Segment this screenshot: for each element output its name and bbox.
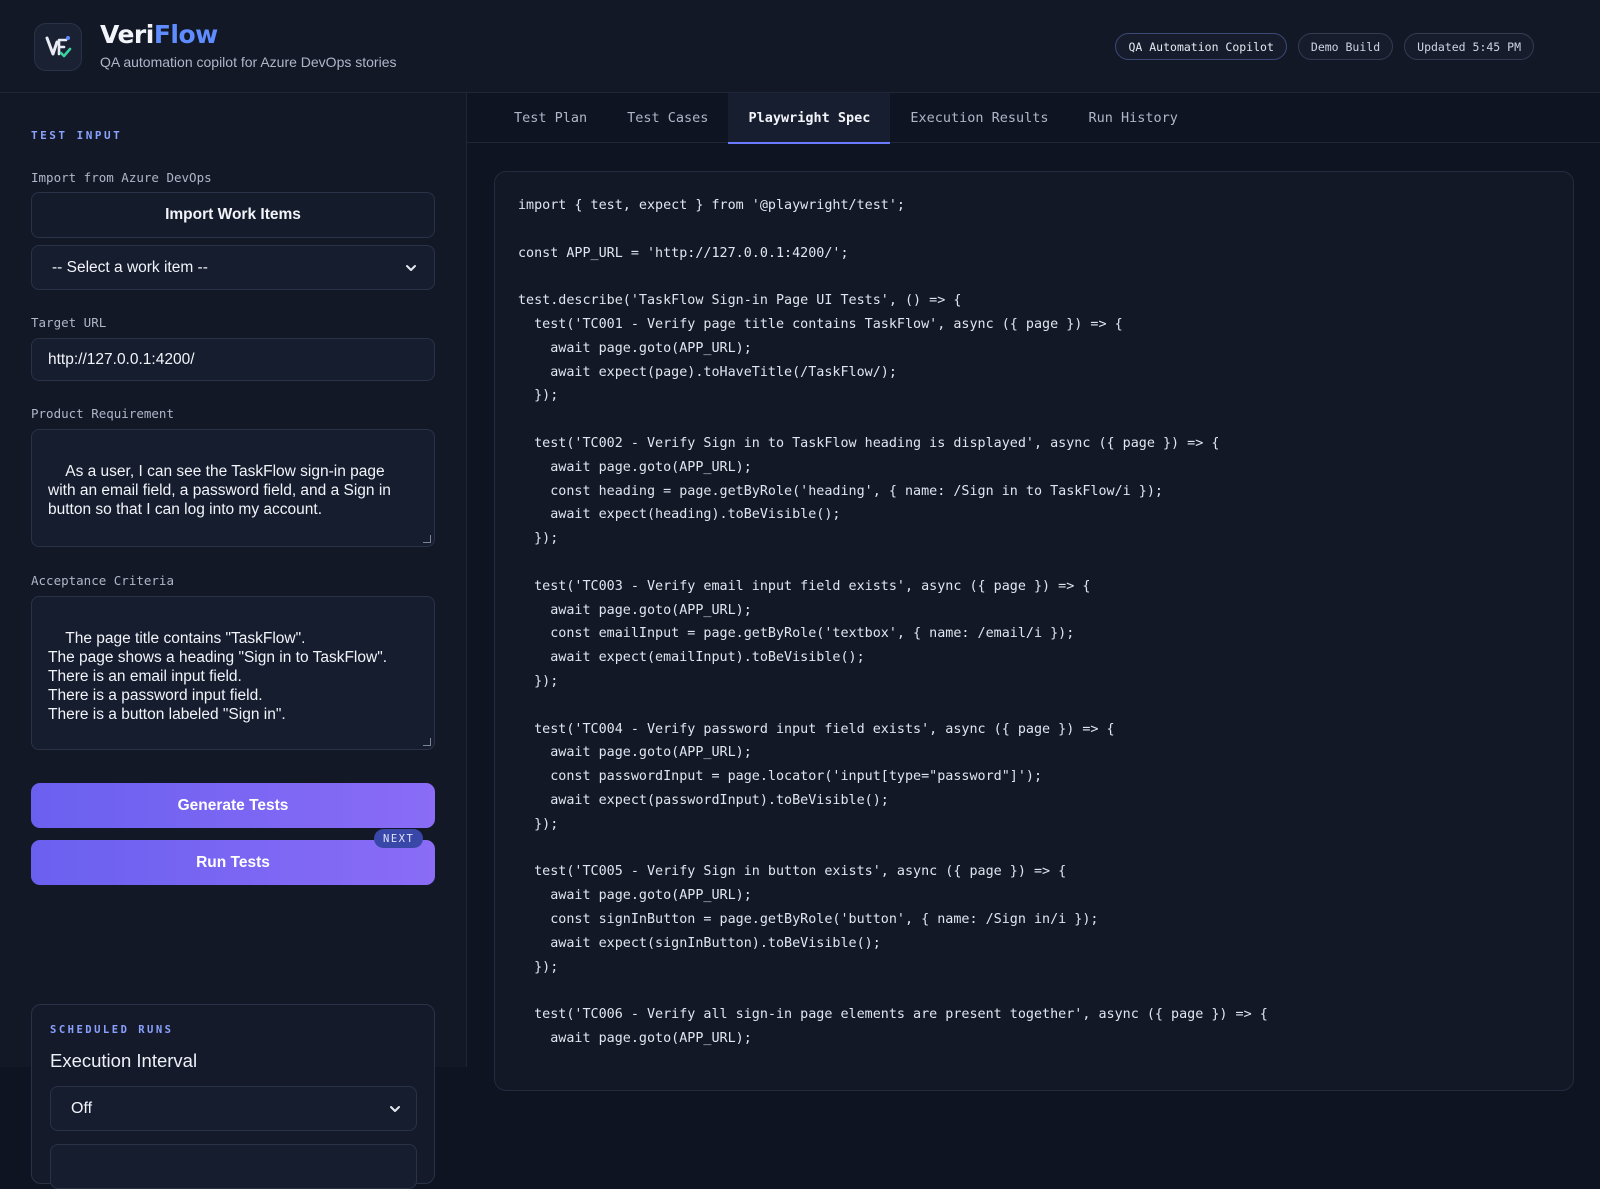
result-tabs: Test Plan Test Cases Playwright Spec Exe…: [467, 93, 1600, 144]
code-line: test('TC005 - Verify Sign in button exis…: [518, 864, 1067, 880]
code-line: });: [518, 388, 559, 404]
code-line: import { test, expect } from '@playwrigh…: [518, 198, 905, 213]
chevron-down-icon: [390, 1105, 400, 1112]
work-item-select-value: -- Select a work item --: [52, 258, 208, 276]
code-line: test('TC001 - Verify page title contains…: [518, 316, 1123, 332]
scheduled-runs-title: SCHEDULED RUNS: [50, 1024, 174, 1036]
section-title-test-input: TEST INPUT: [31, 129, 123, 142]
chevron-down-icon: [406, 264, 416, 271]
test-input-sidebar: TEST INPUT Import from Azure DevOps Impo…: [0, 93, 467, 1189]
scheduled-runs-next-field[interactable]: [50, 1144, 417, 1189]
tab-playwright-spec[interactable]: Playwright Spec: [728, 93, 891, 144]
tab-run-history[interactable]: Run History: [1069, 93, 1198, 143]
app-header: VeriFlow QA automation copilot for Azure…: [0, 0, 1600, 93]
execution-interval-value: Off: [71, 1099, 93, 1117]
code-line: await page.goto(APP_URL);: [518, 888, 752, 904]
code-line: });: [518, 673, 559, 689]
code-line: await expect(page).toHaveTitle(/TaskFlow…: [518, 364, 897, 380]
run-tests-button[interactable]: Run Tests: [31, 840, 435, 885]
app-logo: [34, 23, 82, 71]
code-line: const signInButton = page.getByRole('but…: [518, 911, 1099, 927]
import-work-items-button[interactable]: Import Work Items: [31, 192, 435, 238]
badge-demo-build: Demo Build: [1297, 33, 1394, 60]
code-line: });: [518, 816, 559, 832]
code-line: await page.goto(APP_URL);: [518, 1030, 752, 1046]
tab-test-plan[interactable]: Test Plan: [494, 93, 607, 143]
code-line: const APP_URL = 'http://127.0.0.1:4200/'…: [518, 245, 849, 261]
acceptance-criteria-textarea[interactable]: The page title contains "TaskFlow". The …: [31, 596, 435, 750]
code-line: await page.goto(APP_URL);: [518, 602, 752, 618]
code-line: test('TC002 - Verify Sign in to TaskFlow…: [518, 435, 1220, 451]
execution-interval-select[interactable]: Off: [50, 1086, 417, 1131]
badge-qa-copilot: QA Automation Copilot: [1115, 33, 1287, 60]
app-title: VeriFlow: [100, 20, 218, 49]
work-item-select[interactable]: -- Select a work item --: [31, 245, 435, 290]
code-line: test('TC004 - Verify password input fiel…: [518, 721, 1115, 737]
code-line: await expect(signInButton).toBeVisible()…: [518, 935, 881, 951]
header-badges: QA Automation Copilot Demo Build Updated…: [1115, 33, 1534, 60]
code-line: });: [518, 531, 559, 547]
badge-updated-time: Updated 5:45 PM: [1404, 33, 1534, 60]
code-line: const emailInput = page.getByRole('textb…: [518, 626, 1075, 642]
scheduled-runs-card: SCHEDULED RUNS Execution Interval Off: [31, 1004, 435, 1189]
code-block: import { test, expect } from '@playwrigh…: [518, 194, 1268, 1051]
code-line: });: [518, 959, 559, 975]
resize-handle-icon[interactable]: [423, 535, 431, 543]
code-line: await page.goto(APP_URL);: [518, 459, 752, 475]
acceptance-criteria-text: The page title contains "TaskFlow". The …: [48, 630, 388, 723]
acceptance-criteria-label: Acceptance Criteria: [31, 573, 174, 588]
resize-handle-icon[interactable]: [423, 738, 431, 746]
import-label: Import from Azure DevOps: [31, 170, 212, 185]
code-line: await expect(emailInput).toBeVisible();: [518, 650, 865, 666]
execution-interval-heading: Execution Interval: [50, 1050, 198, 1071]
code-line: const passwordInput = page.locator('inpu…: [518, 769, 1043, 785]
main-panel: Test Plan Test Cases Playwright Spec Exe…: [467, 93, 1600, 1091]
code-line: test('TC006 - Verify all sign-in page el…: [518, 1007, 1268, 1023]
code-line: await expect(heading).toBeVisible();: [518, 507, 841, 523]
code-line: test('TC003 - Verify email input field e…: [518, 578, 1091, 594]
target-url-input[interactable]: http://127.0.0.1:4200/: [31, 338, 435, 381]
next-step-badge: NEXT: [374, 829, 424, 848]
code-line: test.describe('TaskFlow Sign-in Page UI …: [518, 293, 962, 309]
target-url-label: Target URL: [31, 315, 107, 330]
code-line: const heading = page.getByRole('heading'…: [518, 483, 1163, 499]
tab-test-cases[interactable]: Test Cases: [607, 93, 728, 143]
veriflow-logo-icon: [45, 36, 72, 58]
product-requirement-label: Product Requirement: [31, 406, 174, 421]
code-line: await page.goto(APP_URL);: [518, 745, 752, 761]
code-line: await expect(passwordInput).toBeVisible(…: [518, 792, 889, 808]
code-line: await page.goto(APP_URL);: [518, 340, 752, 356]
playwright-spec-code-panel[interactable]: import { test, expect } from '@playwrigh…: [494, 171, 1574, 1091]
generate-tests-button[interactable]: Generate Tests: [31, 783, 435, 828]
app-subtitle: QA automation copilot for Azure DevOps s…: [100, 54, 397, 70]
product-requirement-textarea[interactable]: As a user, I can see the TaskFlow sign-i…: [31, 429, 435, 547]
product-requirement-text: As a user, I can see the TaskFlow sign-i…: [48, 463, 391, 518]
tab-execution-results[interactable]: Execution Results: [890, 93, 1068, 143]
